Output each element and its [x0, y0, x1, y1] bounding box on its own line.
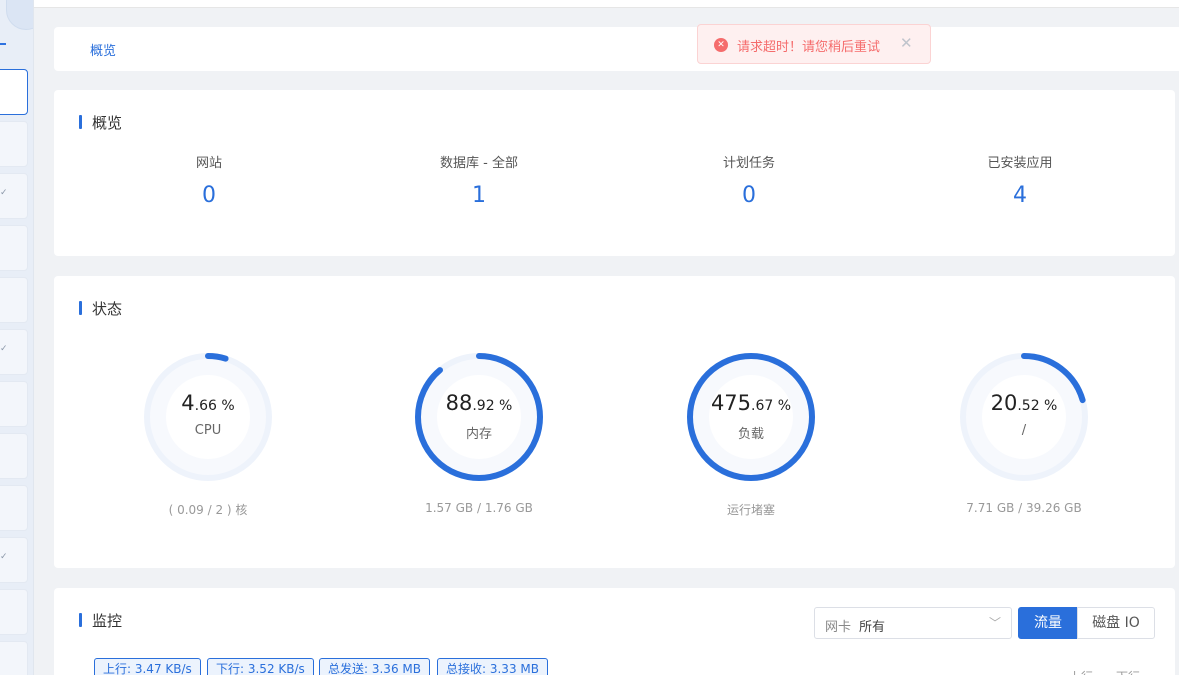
error-toast: ✕ 请求超时！请您稍后重试 ✕ — [697, 24, 931, 64]
close-icon[interactable]: ✕ — [900, 34, 913, 52]
disk-io-button[interactable]: 磁盘 IO — [1077, 607, 1155, 639]
overview-item-databases[interactable]: 数据库 - 全部 1 — [379, 152, 579, 208]
overview-label: 数据库 - 全部 — [440, 156, 518, 171]
gauge-subtext: ( 0.09 / 2 ) 核 — [168, 503, 248, 517]
gauge-value: 88.92 % — [445, 391, 513, 415]
gauge-subtext: 运行堵塞 — [726, 503, 775, 517]
breadcrumb-overview-link[interactable]: 概览 — [90, 40, 116, 59]
error-circle-icon: ✕ — [714, 38, 728, 52]
download-speed-tag: 下行: 3.52 KB/s — [207, 658, 314, 675]
overview-item-cron[interactable]: 计划任务 0 — [649, 152, 849, 208]
breadcrumb: 概览 — [54, 27, 1179, 71]
gauge-cpu[interactable]: 4.66 % CPU ( 0.09 / 2 ) 核 — [138, 347, 278, 527]
status-card: 状态 4.66 % CPU ( 0.09 / 2 ) 核 88.92 % 内存 … — [54, 276, 1175, 568]
legend-upload[interactable]: 上行 — [1069, 668, 1093, 675]
gauge-subtext: 7.71 GB / 39.26 GB — [966, 501, 1082, 515]
nic-select[interactable]: 网卡 所有 ﹀ — [814, 607, 1012, 639]
gauge-label: CPU — [194, 423, 222, 438]
nic-select-value: 所有 — [859, 620, 886, 635]
sidebar-item[interactable] — [0, 641, 28, 675]
sidebar-item[interactable] — [0, 589, 28, 635]
sidebar-item[interactable] — [0, 485, 28, 531]
gauge-label: 负载 — [737, 427, 764, 442]
gauge-value: 20.52 % — [990, 391, 1058, 415]
overview-value[interactable]: 0 — [109, 183, 309, 208]
upload-speed-tag: 上行: 3.47 KB/s — [94, 658, 201, 675]
sidebar-item[interactable] — [0, 277, 28, 323]
gauge-label: / — [1021, 423, 1027, 438]
overview-value[interactable]: 1 — [379, 183, 579, 208]
gauge-value: 4.66 % — [181, 391, 235, 415]
monitor-card: 监控 网卡 所有 ﹀ 流量 磁盘 IO 上行: 3.47 KB/s 下行: 3.… — [54, 588, 1175, 675]
overview-title: 概览 — [79, 112, 122, 133]
total-received-tag: 总接收: 3.33 MB — [437, 658, 548, 675]
status-title: 状态 — [79, 298, 122, 319]
overview-label: 网站 — [195, 156, 222, 171]
chevron-down-icon: ﹀ — [988, 616, 1001, 630]
toast-message: 请求超时！请您稍后重试 — [737, 40, 881, 55]
overview-value[interactable]: 4 — [920, 183, 1120, 208]
sidebar: ✓ ✓ ✓ — [0, 0, 34, 675]
gauge-memory[interactable]: 88.92 % 内存 1.57 GB / 1.76 GB — [409, 347, 549, 527]
sidebar-item[interactable] — [0, 381, 28, 427]
total-sent-tag: 总发送: 3.36 MB — [319, 658, 430, 675]
overview-label: 计划任务 — [722, 156, 775, 171]
gauge-label: 内存 — [465, 427, 492, 442]
monitor-title: 监控 — [79, 610, 122, 631]
chevron-down-icon: ✓ — [0, 344, 8, 354]
overview-item-websites[interactable]: 网站 0 — [109, 152, 309, 208]
sidebar-item[interactable] — [0, 433, 28, 479]
nic-select-prefix: 网卡 — [825, 620, 852, 635]
gauge-value: 475.67 % — [710, 391, 792, 415]
gauge-subtext: 1.57 GB / 1.76 GB — [425, 501, 533, 515]
chevron-down-icon: ✓ — [0, 188, 8, 198]
traffic-button[interactable]: 流量 — [1018, 607, 1078, 639]
sidebar-item[interactable] — [0, 121, 28, 167]
chevron-down-icon: ✓ — [0, 552, 8, 562]
sidebar-item[interactable] — [0, 225, 28, 271]
gauge-load[interactable]: 475.67 % 负载 运行堵塞 — [681, 347, 821, 527]
sidebar-item-overview[interactable] — [0, 69, 28, 115]
top-bar — [34, 0, 1179, 8]
overview-label: 已安装应用 — [987, 156, 1053, 171]
overview-card: 概览 网站 0 数据库 - 全部 1 计划任务 0 已安装应用 4 — [54, 90, 1175, 256]
sidebar-collapse-indicator — [0, 43, 6, 45]
overview-value[interactable]: 0 — [649, 183, 849, 208]
legend-download[interactable]: 下行 — [1116, 668, 1140, 675]
overview-item-apps[interactable]: 已安装应用 4 — [920, 152, 1120, 208]
gauge-disk[interactable]: 20.52 % / 7.71 GB / 39.26 GB — [954, 347, 1094, 527]
sidebar-logo[interactable] — [6, 0, 33, 30]
